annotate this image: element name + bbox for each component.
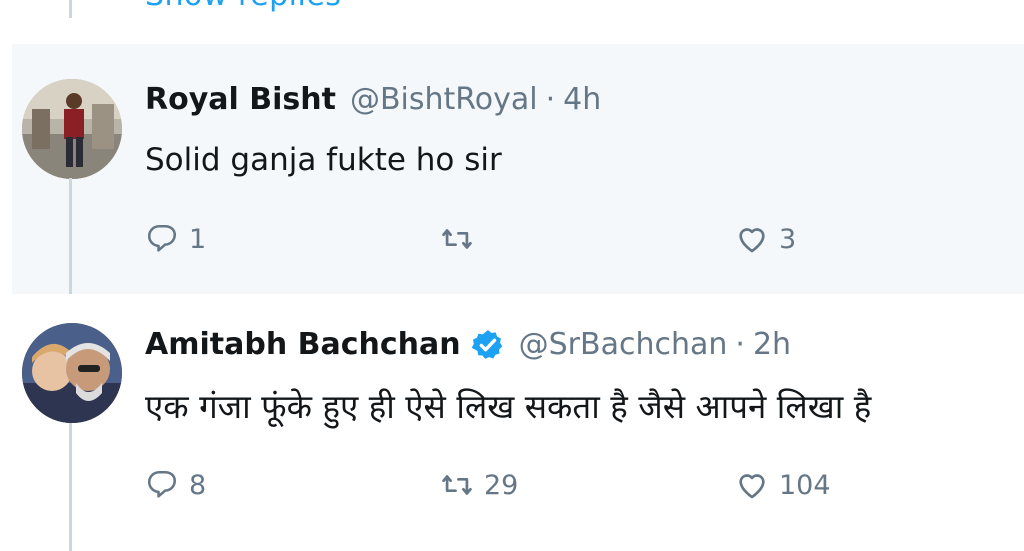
reply-button[interactable]: 1 — [145, 222, 206, 256]
tweet-timestamp[interactable]: 4h — [563, 82, 601, 117]
author-name[interactable]: Royal Bisht — [145, 82, 336, 117]
thread-line — [69, 423, 72, 551]
retweet-button[interactable] — [440, 222, 484, 256]
verified-badge-icon — [471, 329, 502, 359]
like-count: 104 — [779, 469, 831, 501]
reply-icon — [147, 224, 177, 252]
tweet-actions: 8 29 104 — [145, 468, 845, 508]
thread-line — [69, 178, 72, 310]
like-count: 3 — [779, 223, 797, 255]
reply-count: 1 — [189, 223, 207, 255]
thread-line-top — [69, 0, 72, 18]
show-replies-link[interactable]: Show replies — [145, 0, 341, 13]
reply-count: 8 — [189, 469, 207, 501]
tweet-timestamp[interactable]: 2h — [753, 327, 791, 362]
separator-dot: · — [545, 82, 556, 117]
retweet-icon — [442, 475, 472, 495]
like-button[interactable]: 104 — [735, 468, 831, 502]
like-icon — [739, 228, 765, 253]
tweet-text: Solid ganja fukte ho sir — [145, 142, 502, 178]
retweet-icon — [442, 229, 472, 249]
tweet-header: Amitabh Bachchan @SrBachchan · 2h — [145, 327, 791, 362]
author-handle[interactable]: @SrBachchan — [519, 327, 728, 362]
previous-tweet-strip: Show replies — [0, 0, 1024, 44]
tweet-text: एक गंजा फूंके हुए ही ऐसे लिख सकता है जैस… — [145, 387, 872, 426]
tweet-header: Royal Bisht @BishtRoyal · 4h — [145, 82, 601, 117]
tweet-actions: 1 3 — [145, 222, 845, 262]
avatar-royal-bisht[interactable] — [22, 79, 122, 179]
like-button[interactable]: 3 — [735, 222, 796, 256]
author-handle[interactable]: @BishtRoyal — [350, 82, 538, 117]
reply-button[interactable]: 8 — [145, 468, 206, 502]
separator-dot: · — [735, 327, 745, 362]
retweet-button[interactable]: 29 — [440, 468, 518, 502]
retweet-count: 29 — [484, 469, 519, 501]
like-icon — [739, 474, 765, 499]
reply-icon — [147, 470, 177, 498]
avatar-amitabh-bachchan[interactable] — [22, 323, 122, 423]
author-name[interactable]: Amitabh Bachchan — [145, 327, 461, 362]
